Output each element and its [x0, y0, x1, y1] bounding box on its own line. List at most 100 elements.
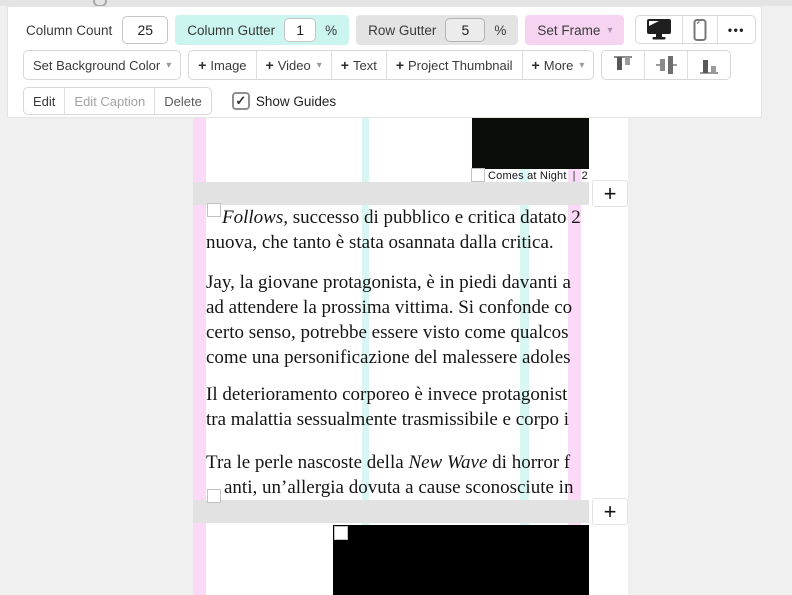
image-bottom[interactable]: [333, 525, 589, 595]
italic-title: New Wave: [408, 452, 488, 473]
mobile-icon: [693, 18, 707, 41]
text-line: come una personificazione del malessere …: [206, 347, 571, 368]
add-video-button[interactable]: + Video ▾: [255, 51, 331, 79]
article-text-block[interactable]: Follows, successo di pubblico e critica …: [193, 200, 589, 500]
row-gutter-input[interactable]: [445, 18, 486, 42]
align-bottom-icon: [700, 60, 719, 74]
align-bottom-button[interactable]: [687, 51, 730, 79]
layout-editor-screen: Column Count Column Gutter % Row Gutter …: [0, 0, 792, 595]
text-line-rest: anti, un’allergia dovuta a cause sconosc…: [224, 477, 574, 498]
row-gutter-label: Row Gutter: [368, 22, 437, 38]
chevron-down-icon: ▾: [316, 59, 322, 71]
text-line-rest: successo di pubblico e critica datato 2: [287, 207, 581, 228]
caption-year: 2: [581, 170, 588, 182]
text-line: Tra le perle nascoste della New Wave di …: [206, 450, 573, 475]
editor-toolbar: Column Count Column Gutter % Row Gutter …: [7, 6, 762, 118]
plus-icon: +: [265, 57, 274, 73]
show-guides-label: Show Guides: [255, 93, 337, 109]
vertical-align-group: [601, 50, 732, 80]
align-top-button[interactable]: [602, 51, 644, 79]
column-count-input[interactable]: [122, 16, 169, 44]
text-line: anti, un’allergia dovuta a cause sconosc…: [206, 475, 573, 500]
paragraph-3: Il deterioramento corporeo è invece prot…: [206, 382, 569, 432]
text-line: certo senso, potrebbe essere visto come …: [206, 322, 569, 343]
add-image-label: Image: [210, 57, 247, 73]
ellipsis-icon: •••: [727, 22, 745, 37]
image-top[interactable]: [472, 118, 589, 169]
text-line-pre: Tra le perle nascoste della: [206, 452, 409, 473]
toolbar-row-grid-settings: Column Count Column Gutter % Row Gutter …: [23, 15, 625, 45]
set-background-group: Set Background Color ▾: [23, 50, 182, 80]
plus-icon: +: [198, 57, 207, 73]
italic-title: Follows,: [222, 207, 288, 228]
column-gutter-label: Column Gutter: [187, 22, 276, 38]
paragraph-4: Tra le perle nascoste della New Wave di …: [206, 450, 573, 500]
checkmark-icon: ✓: [235, 93, 247, 108]
more-options-button[interactable]: •••: [716, 16, 755, 43]
set-frame-label: Set Frame: [537, 22, 601, 38]
text-line: ad attendere la prossima vittima. Si con…: [206, 297, 573, 318]
row-gutter-unit: %: [494, 22, 507, 38]
add-more-button[interactable]: + More ▾: [521, 51, 594, 79]
text-line: Il deterioramento corporeo è invece prot…: [206, 384, 568, 405]
delete-button[interactable]: Delete: [154, 88, 211, 114]
add-row-button-2[interactable]: +: [592, 498, 628, 525]
edit-label: Edit: [33, 93, 56, 109]
delete-label: Delete: [164, 93, 202, 109]
set-background-color-button[interactable]: Set Background Color ▾: [24, 51, 180, 79]
edit-caption-label: Edit Caption: [74, 93, 146, 109]
show-guides-checkbox[interactable]: ✓: [231, 92, 250, 110]
chevron-down-icon: ▾: [579, 59, 585, 71]
caption-handle-paragraph-4[interactable]: [207, 489, 221, 503]
edit-group: Edit Edit Caption Delete: [23, 87, 212, 115]
column-gutter-input[interactable]: [284, 18, 317, 42]
add-video-label: Video: [277, 57, 311, 73]
add-image-button[interactable]: + Image: [189, 51, 255, 79]
edit-button[interactable]: Edit: [24, 88, 64, 114]
set-frame-button[interactable]: Set Frame ▾: [525, 15, 625, 45]
toolbar-row-content: Set Background Color ▾ + Image + Video ▾…: [23, 50, 732, 80]
caption-separator: |: [572, 170, 576, 182]
desktop-preview-button[interactable]: [636, 16, 682, 43]
edit-caption-button[interactable]: Edit Caption: [64, 88, 154, 114]
chevron-down-icon: ▾: [607, 24, 613, 36]
caption-handle-top-image[interactable]: [471, 168, 485, 182]
mobile-preview-button[interactable]: [681, 16, 717, 43]
align-middle-button[interactable]: [644, 51, 687, 79]
text-line: tra malattia sessualmente trasmissibile …: [206, 409, 570, 430]
device-preview-group: •••: [634, 15, 756, 44]
desktop-icon: [646, 19, 671, 40]
caption-text: Comes at Night: [488, 170, 567, 182]
column-gutter-group: Column Gutter %: [175, 15, 350, 45]
add-row-button-1[interactable]: +: [592, 180, 628, 207]
plus-icon: +: [531, 57, 540, 73]
align-top-icon: [614, 56, 633, 70]
plus-icon: +: [603, 180, 617, 206]
add-text-label: Text: [352, 57, 377, 73]
row-gutter-group: Row Gutter %: [356, 15, 519, 45]
add-content-group: + Image + Video ▾ + Text + Project Thumb…: [188, 50, 595, 80]
toolbar-row-edit: Edit Edit Caption Delete ✓ Show Guides: [23, 87, 336, 115]
column-gutter-unit: %: [325, 22, 338, 38]
caption-handle-bottom-image[interactable]: [334, 526, 348, 540]
paragraph-2: Jay, la giovane protagonista, è in piedi…: [206, 270, 572, 370]
text-line: Follows, successo di pubblico e critica …: [206, 205, 581, 230]
show-guides-control: ✓ Show Guides: [231, 92, 337, 110]
set-background-color-label: Set Background Color: [33, 57, 161, 73]
row-gutter-band-2: [193, 500, 589, 523]
add-project-thumbnail-label: Project Thumbnail: [408, 57, 513, 73]
text-line-post: di horror f: [487, 452, 571, 473]
text-line: Jay, la giovane protagonista, è in piedi…: [206, 272, 571, 293]
image-caption: Comes at Night | 2: [488, 170, 588, 182]
align-middle-icon: [656, 56, 678, 74]
plus-icon: +: [395, 57, 404, 73]
add-text-button[interactable]: + Text: [330, 51, 386, 79]
paragraph-1: Follows, successo di pubblico e critica …: [206, 205, 581, 255]
column-count-label: Column Count: [26, 22, 113, 38]
chevron-down-icon: ▾: [166, 59, 172, 71]
text-line: nuova, che tanto è stata osannata dalla …: [206, 232, 554, 253]
add-project-thumbnail-button[interactable]: + Project Thumbnail: [385, 51, 522, 79]
add-more-label: More: [543, 57, 574, 73]
caption-handle-paragraph-1[interactable]: [207, 203, 221, 217]
plus-icon: +: [603, 498, 617, 524]
